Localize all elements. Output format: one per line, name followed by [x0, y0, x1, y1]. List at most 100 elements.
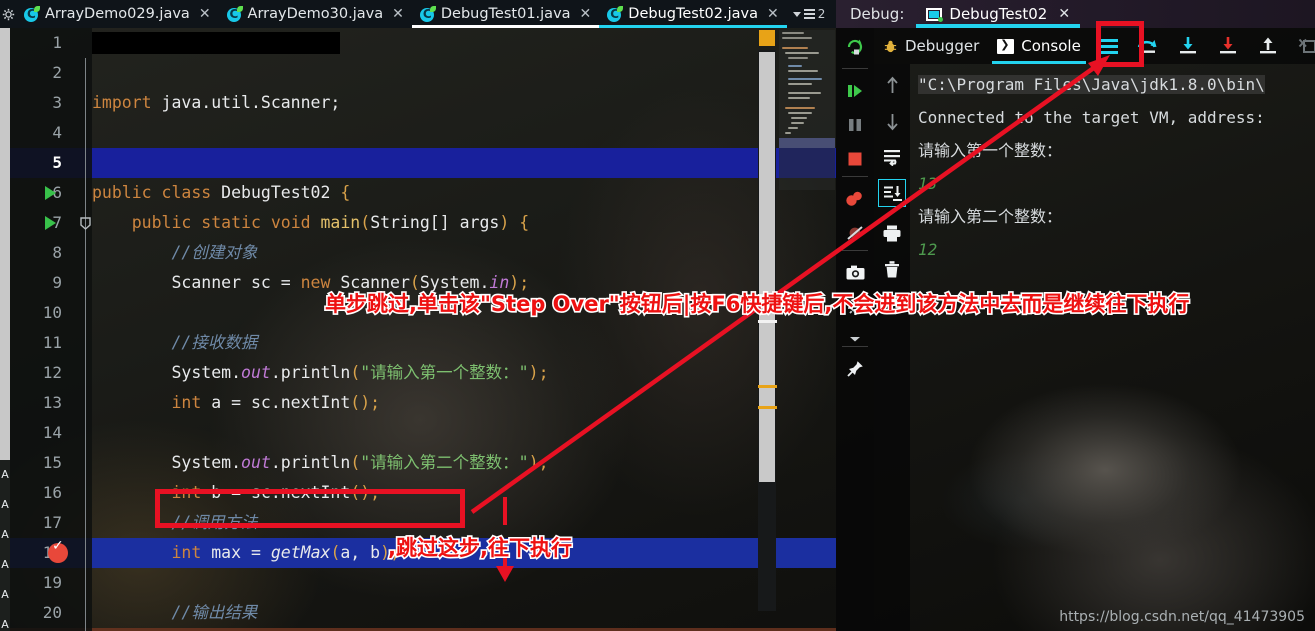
code-token: "请输入第二个整数：": [360, 453, 529, 472]
code-token: ): [499, 213, 510, 232]
debug-tool-window: Debugger Console: [836, 28, 1315, 631]
code-token: (: [350, 363, 361, 382]
tab-console[interactable]: Console: [988, 28, 1090, 64]
line-code: //输出结果: [92, 598, 257, 628]
error-stripe-marker[interactable]: [759, 30, 775, 46]
code-line[interactable]: 3 import java.util.Scanner;: [0, 88, 836, 118]
rerun-icon[interactable]: [836, 28, 874, 66]
close-icon[interactable]: ✕: [767, 6, 779, 22]
tab-console-label: Console: [1021, 37, 1081, 55]
editor-tab-4[interactable]: C DebugTest02.java ✕: [599, 0, 787, 28]
code-line[interactable]: 1: [0, 28, 836, 58]
run-line-icon[interactable]: [40, 208, 60, 238]
code-line[interactable]: 4: [0, 118, 836, 148]
java-class-icon: C: [226, 5, 243, 22]
minimap-line: [788, 127, 798, 129]
scroll-down-icon[interactable]: [874, 104, 910, 138]
code-token: void: [270, 213, 321, 232]
skip-step-annotation: ,跳过这步,往下执行: [386, 534, 573, 561]
close-icon[interactable]: ✕: [199, 6, 211, 22]
tab-list-icon: [803, 9, 815, 19]
redacted-bar: [92, 32, 340, 54]
stripe-mark-orange-1: [758, 385, 777, 388]
code-token: (: [350, 453, 361, 472]
code-line[interactable]: 15 System.out.println("请输入第二个整数：");: [0, 448, 836, 478]
console-line: 请输入第二个整数：: [918, 207, 1063, 226]
line-number: 17: [42, 513, 62, 532]
pin-icon[interactable]: [836, 350, 874, 388]
pause-program-icon[interactable]: [836, 106, 874, 144]
code-line[interactable]: 19: [0, 568, 836, 598]
code-line[interactable]: 6 public class DebugTest02 {: [0, 178, 836, 208]
code-line[interactable]: 8 //创建对象: [0, 238, 836, 268]
line-number: 13: [42, 393, 62, 412]
code-line[interactable]: 14: [0, 418, 836, 448]
code-token: int: [92, 543, 202, 562]
code-line[interactable]: 12 System.out.println("请输入第一个整数：");: [0, 358, 836, 388]
tab-overflow[interactable]: 2: [792, 7, 825, 21]
code-token: ;: [370, 393, 381, 412]
code-token: a, b: [340, 543, 381, 562]
step-into-icon[interactable]: [1168, 28, 1208, 64]
scroll-up-icon[interactable]: [874, 68, 910, 102]
editor-tab-2[interactable]: C ArrayDemo30.java ✕: [219, 0, 412, 28]
tab-debugger[interactable]: Debugger: [874, 28, 988, 64]
clear-all-icon[interactable]: [874, 252, 910, 286]
code-token: ;: [538, 363, 549, 382]
mute-breakpoints-icon[interactable]: [836, 214, 874, 252]
code-minimap[interactable]: [779, 30, 835, 190]
close-icon[interactable]: ✕: [580, 6, 592, 22]
debug-session-tab[interactable]: DebugTest02 ✕: [916, 0, 1081, 28]
java-class-icon: C: [419, 5, 436, 22]
minimap-line: [788, 97, 810, 99]
minimap-line: [788, 70, 818, 72]
code-line[interactable]: 5: [0, 148, 836, 178]
resume-program-icon[interactable]: [836, 72, 874, 110]
close-icon[interactable]: ✕: [392, 6, 404, 22]
minimap-line: [791, 122, 804, 124]
console-icon: [997, 37, 1015, 54]
code-line[interactable]: 2: [0, 58, 836, 88]
soft-wrap-icon[interactable]: [874, 140, 910, 174]
code-token: System.: [92, 363, 242, 382]
line-code: int a = sc.nextInt();: [92, 388, 380, 418]
minimap-line: [788, 92, 821, 94]
run-line-icon[interactable]: [40, 178, 60, 208]
minimap-line: [791, 117, 807, 119]
scroll-to-end-icon[interactable]: [874, 176, 910, 210]
scrollbar-thumb[interactable]: [759, 52, 775, 482]
editor-tab-strip: C ArrayDemo029.java ✕ C ArrayDemo30.java ✕ C De…: [0, 0, 836, 28]
code-line[interactable]: 13 int a = sc.nextInt();: [0, 388, 836, 418]
line-number: 14: [42, 423, 62, 442]
editor-tab-3[interactable]: C DebugTest01.java ✕: [411, 0, 600, 28]
view-breakpoints-icon[interactable]: [836, 180, 874, 218]
line-code: int max = getMax(a, b);: [92, 538, 400, 568]
force-step-into-icon[interactable]: [1208, 28, 1248, 64]
code-line[interactable]: 20 //输出结果: [0, 598, 836, 628]
code-line[interactable]: 11 //接收数据: [0, 328, 836, 358]
minimap-line: [788, 65, 802, 67]
code-token: int: [92, 393, 202, 412]
close-icon[interactable]: ✕: [1058, 6, 1070, 22]
step-out-icon[interactable]: [1248, 28, 1288, 64]
console-output[interactable]: "C:\Program Files\Java\jdk1.8.0\bin\ Conn…: [910, 64, 1315, 631]
minimap-line: [782, 37, 812, 39]
code-line[interactable]: 7 public static void main(String[] args)…: [0, 208, 836, 238]
code-token: getMax: [270, 543, 331, 562]
breakpoint-verified-icon[interactable]: [48, 538, 68, 563]
line-number: 5: [52, 153, 62, 172]
current-line-highlight: [155, 489, 465, 528]
code-token: java.util.Scanner;: [161, 93, 341, 112]
editor-scroll-column[interactable]: [757, 28, 836, 631]
screenshot-icon[interactable]: [836, 254, 874, 292]
editor-tab-1[interactable]: C ArrayDemo029.java ✕: [16, 0, 219, 28]
drop-frame-icon[interactable]: [1288, 28, 1315, 64]
code-fold-icon[interactable]: [78, 208, 93, 238]
code-token: a = sc.nextInt: [201, 393, 351, 412]
stop-icon[interactable]: [836, 140, 874, 178]
print-icon[interactable]: [874, 216, 910, 250]
code-token: class: [161, 183, 222, 202]
code-token: out: [241, 453, 271, 472]
code-token: String: [370, 213, 430, 232]
app-menu-icon[interactable]: [0, 0, 16, 28]
